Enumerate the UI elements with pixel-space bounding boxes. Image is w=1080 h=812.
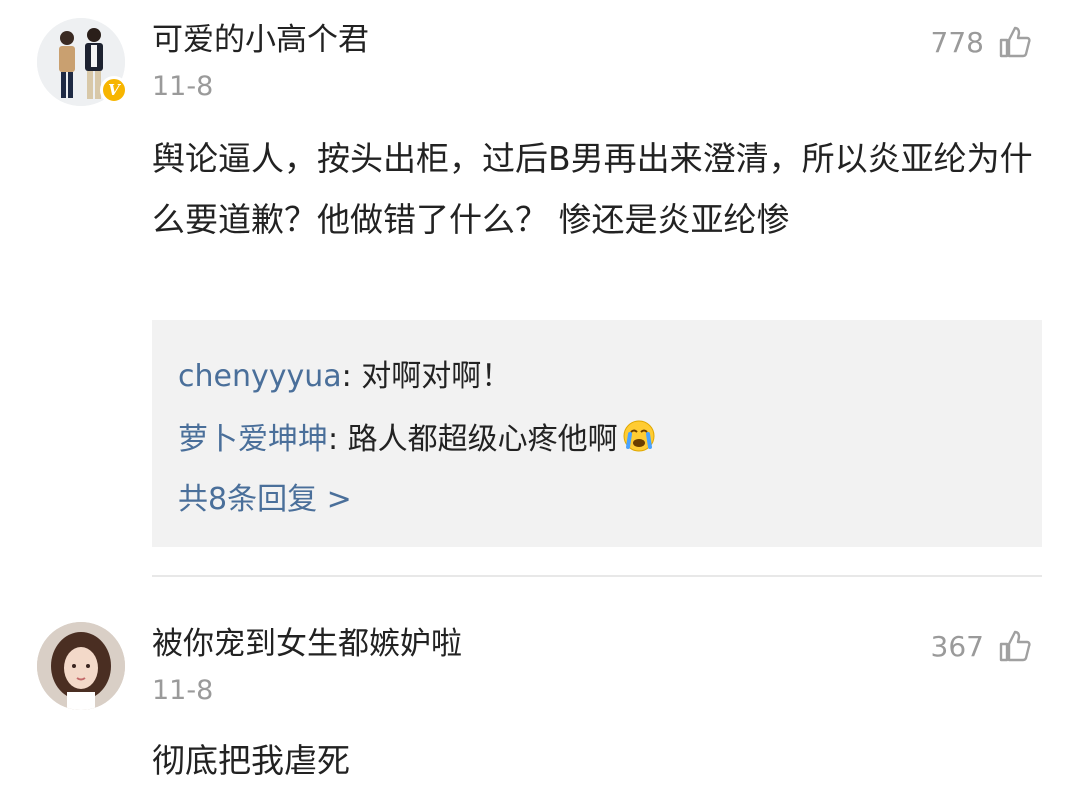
reply-separator: : (328, 422, 348, 457)
username[interactable]: 被你宠到女生都嫉妒啦 (152, 624, 462, 664)
reply-separator: : (341, 359, 362, 394)
like-button[interactable]: 778 (931, 22, 1032, 62)
like-count: 778 (930, 25, 984, 59)
reply-preview[interactable]: chenyyyua: 对啊对啊！ 萝卜爱坤坤: 路人都超级心疼他啊 共8条回复 … (152, 320, 1042, 547)
thumbs-up-icon (998, 629, 1032, 663)
reply-author[interactable]: chenyyyua (178, 359, 342, 394)
reply-text: 路人都超级心疼他啊 (347, 422, 618, 457)
like-button[interactable]: 367 (931, 626, 1032, 666)
thumbs-up-icon (998, 25, 1032, 59)
reply-item: chenyyyua: 对啊对啊！ (178, 357, 511, 397)
like-count: 367 (930, 629, 984, 663)
view-all-replies-link[interactable]: 共8条回复 > (178, 480, 352, 520)
comment-date: 11-8 (152, 71, 214, 102)
divider (152, 575, 1042, 577)
verified-badge-icon: V (100, 76, 128, 104)
username[interactable]: 可爱的小高个君 (152, 20, 369, 60)
crying-face-icon (622, 419, 656, 464)
avatar-portrait-image (37, 622, 125, 710)
comment-item: V 可爱的小高个君 11-8 778 舆论逼人，按头出柜，过后B男再出来澄清，所… (0, 0, 1080, 575)
comment-text: 彻底把我虐死 (152, 741, 350, 780)
comment-date: 11-8 (152, 675, 214, 706)
comment-item: 被你宠到女生都嫉妒啦 11-8 367 彻底把我虐死 (0, 578, 1080, 812)
reply-item: 萝卜爱坤坤: 路人都超级心疼他啊 (178, 419, 656, 464)
avatar[interactable] (37, 622, 125, 710)
reply-author[interactable]: 萝卜爱坤坤 (178, 422, 328, 457)
comment-text: 舆论逼人，按头出柜，过后B男再出来澄清，所以炎亚纶为什么要道歉？他做错了什么？ … (152, 139, 1033, 239)
reply-text: 对啊对啊！ (361, 359, 512, 394)
